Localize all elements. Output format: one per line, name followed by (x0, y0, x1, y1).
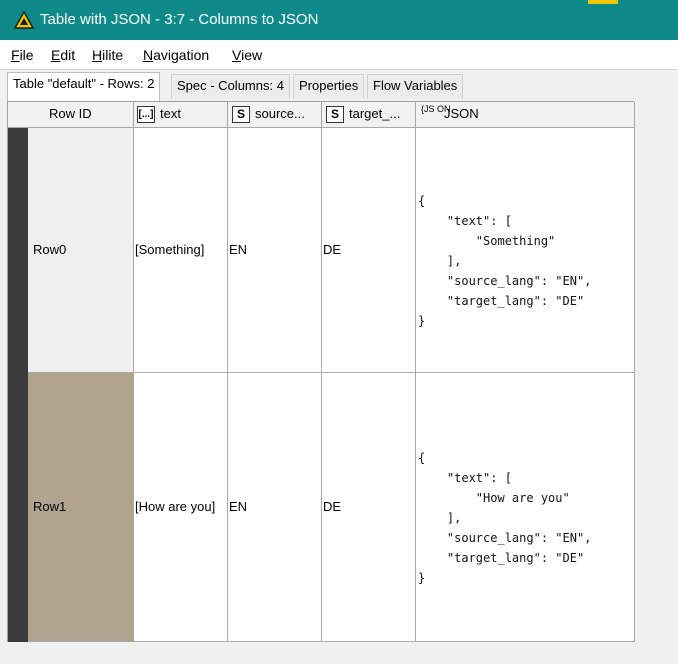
menu-hilite-label: ilite (102, 47, 124, 63)
column-header-text[interactable]: [...] text (134, 102, 228, 128)
column-header-source[interactable]: S source... (228, 102, 322, 128)
table-cell-json[interactable]: { "text": [ "How are you" ], "source_lan… (416, 373, 635, 642)
menu-edit[interactable]: Edit (51, 47, 75, 63)
row-id-cell[interactable]: Row0 (28, 128, 134, 373)
tab-table[interactable]: Table "default" - Rows: 2 (7, 72, 161, 101)
column-header-label: text (160, 106, 181, 121)
row-id: Row1 (33, 499, 67, 514)
tab-spec[interactable]: Spec - Columns: 4 (171, 74, 290, 99)
column-header-label: JSON (444, 106, 479, 121)
table-cell-text[interactable]: [How are you] (134, 373, 228, 642)
string-type-icon: S (232, 106, 250, 123)
table-cell-target[interactable]: DE (322, 128, 416, 373)
cell-value: [How are you] (135, 499, 216, 514)
menu-bar: File Edit Hilite Navigation View (0, 40, 678, 70)
menu-view-label: iew (241, 47, 263, 63)
column-header-target[interactable]: S target_... (322, 102, 416, 128)
row-id: Row0 (33, 242, 67, 257)
tab-properties[interactable]: Properties (293, 74, 365, 99)
column-header-label: Row ID (49, 106, 92, 121)
menu-view[interactable]: View (232, 47, 262, 63)
cell-value: EN (229, 499, 248, 514)
column-header-label: source... (255, 106, 305, 121)
tab-bar: Table "default" - Rows: 2 Spec - Columns… (0, 70, 678, 101)
table-cell-source[interactable]: EN (228, 373, 322, 642)
column-header-label: target_... (349, 106, 401, 121)
table-cell-source[interactable]: EN (228, 128, 322, 373)
row-marker (8, 373, 28, 642)
menu-edit-label: dit (60, 47, 76, 63)
window-title: Table with JSON - 3:7 - Columns to JSON (40, 11, 319, 28)
menu-file-label: ile (19, 47, 34, 63)
json-value: { "text": [ "How are you" ], "source_lan… (418, 451, 592, 585)
column-header-json[interactable]: {JS ON JSON (416, 102, 635, 128)
column-header-row-id[interactable]: Row ID (8, 102, 134, 128)
menu-file-mnemonic: F (11, 47, 20, 63)
menu-view-mnemonic: V (232, 47, 242, 63)
string-type-icon: S (326, 106, 344, 123)
table-cell-text[interactable]: [Something] (134, 128, 228, 373)
cell-value: DE (323, 242, 342, 257)
menu-hilite-mnemonic: H (92, 47, 103, 63)
menu-navigation-mnemonic: N (143, 47, 154, 63)
status-bar (0, 642, 678, 664)
cell-value: EN (229, 242, 248, 257)
json-value: { "text": [ "Something" ], "source_lang"… (418, 194, 592, 328)
row-id-cell[interactable]: Row1 (28, 373, 134, 642)
table-cell-json[interactable]: { "text": [ "Something" ], "source_lang"… (416, 128, 635, 373)
menu-navigation-label: avigation (153, 47, 210, 63)
menu-hilite[interactable]: Hilite (92, 47, 123, 63)
table-cell-target[interactable]: DE (322, 373, 416, 642)
cell-value: DE (323, 499, 342, 514)
menu-edit-mnemonic: E (51, 47, 61, 63)
warning-triangle-icon (14, 11, 34, 29)
menu-navigation[interactable]: Navigation (143, 47, 209, 63)
row-marker (8, 128, 28, 373)
json-type-icon: {JS ON (421, 104, 451, 114)
list-type-icon: [...] (137, 106, 155, 123)
data-table: Row ID [...] text S source... S target_.… (7, 101, 635, 642)
title-accent (588, 0, 618, 4)
cell-value: [Something] (135, 242, 205, 257)
tab-flow-variables[interactable]: Flow Variables (367, 74, 464, 99)
menu-file[interactable]: File (11, 47, 34, 63)
title-bar: Table with JSON - 3:7 - Columns to JSON (0, 0, 678, 40)
